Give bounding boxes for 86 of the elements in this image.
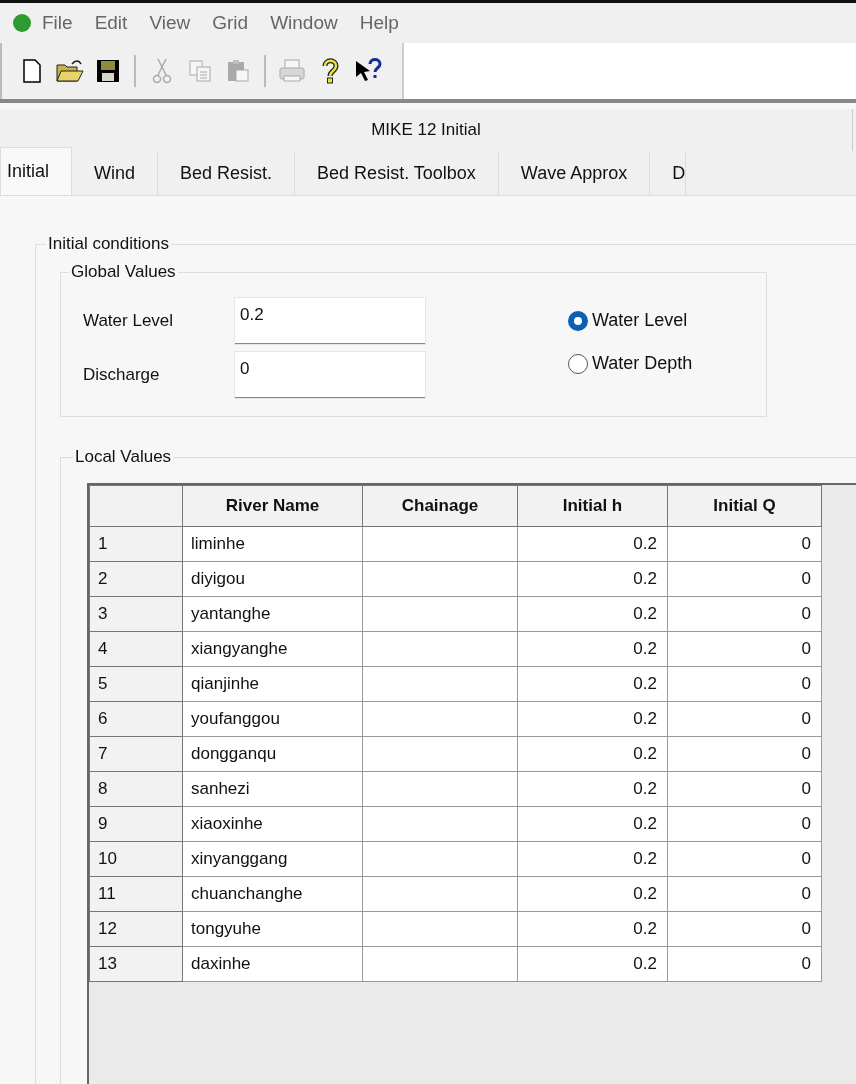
table-cell: 0.2	[517, 701, 668, 737]
table-cell: 0.2	[517, 736, 668, 772]
table-cell: sanhezi	[182, 771, 363, 807]
menu-item[interactable]: Window	[260, 12, 350, 34]
row-header: 8	[89, 771, 183, 807]
table-cell: 0	[667, 771, 822, 807]
row-header: 9	[89, 806, 183, 842]
table-cell: 0	[667, 596, 822, 632]
radio-option[interactable]: Water Level	[568, 310, 693, 331]
row-header: 13	[89, 946, 183, 982]
table-cell: 0.2	[517, 946, 668, 982]
table-cell: 0	[667, 806, 822, 842]
table-cell: 0.2	[517, 631, 668, 667]
column-header: Initial Q	[667, 485, 822, 527]
folder-icon	[56, 59, 84, 83]
table-cell: 0.2	[517, 876, 668, 912]
table-cell: 0	[667, 701, 822, 737]
table-cell: qianjinhe	[182, 666, 363, 702]
table-cell: 0	[667, 736, 822, 772]
radio-button[interactable]	[568, 353, 588, 374]
tab[interactable]: Initial	[0, 147, 73, 195]
table-cell: youfanggou	[182, 701, 363, 737]
table-cell: 0	[667, 876, 822, 912]
menu-item[interactable]: File	[32, 12, 85, 34]
scissors-icon	[152, 58, 172, 84]
menu-item[interactable]: View	[139, 12, 203, 34]
menu-item[interactable]: Help	[349, 12, 411, 34]
table-cell: 0.2	[517, 841, 668, 877]
table-cell: 0.2	[517, 526, 668, 562]
table-cell: liminhe	[182, 526, 363, 562]
column-header: River Name	[182, 485, 363, 527]
table-cell: yantanghe	[182, 596, 363, 632]
column-header: Initial h	[517, 485, 668, 527]
input-field[interactable]: 0.2	[235, 298, 425, 344]
row-header: 4	[89, 631, 183, 667]
table-cell: 0	[667, 946, 822, 982]
table-cell: 0.2	[517, 771, 668, 807]
field-label: Discharge	[83, 365, 161, 385]
radio-label: Water Level	[592, 310, 688, 331]
printer-icon	[278, 59, 306, 83]
row-header: 2	[89, 561, 183, 597]
table-cell: daxinhe	[182, 946, 363, 982]
table-cell: 0	[667, 631, 822, 667]
new-document-icon	[22, 59, 42, 83]
pointer-help-icon	[354, 58, 382, 84]
table-cell: 0	[667, 561, 822, 597]
table-cell: 0	[667, 841, 822, 877]
table-cell: xiaoxinhe	[182, 806, 363, 842]
table-cell: 0	[667, 911, 822, 947]
menu-item[interactable]: Grid	[202, 12, 261, 34]
app-logo-icon	[12, 13, 32, 33]
table-cell: diyigou	[182, 561, 363, 597]
row-header: 6	[89, 701, 183, 737]
row-header: 11	[89, 876, 183, 912]
copy-icon	[188, 59, 212, 83]
table-cell: 0.2	[517, 596, 668, 632]
row-header: 5	[89, 666, 183, 702]
row-header: 12	[89, 911, 183, 947]
table-cell: xiangyanghe	[182, 631, 363, 667]
row-header: 1	[89, 526, 183, 562]
row-header: 10	[89, 841, 183, 877]
field-label: Water Level	[83, 311, 175, 331]
table-cell: 0.2	[517, 806, 668, 842]
group-title: Local Values	[74, 447, 173, 467]
table-cell: 0.2	[517, 561, 668, 597]
window-title: MIKE 12 Initial	[371, 120, 481, 140]
table-cell: dongganqu	[182, 736, 363, 772]
table-cell: 0.2	[517, 911, 668, 947]
radio-option[interactable]: Water Depth	[568, 353, 693, 374]
table-cell: xinyanggang	[182, 841, 363, 877]
table-cell: chuanchanghe	[182, 876, 363, 912]
radio-button[interactable]	[568, 310, 588, 331]
table-cell: 0	[667, 666, 822, 702]
radio-label: Water Depth	[592, 353, 693, 374]
menu-item[interactable]: Edit	[84, 12, 140, 34]
input-field[interactable]: 0	[235, 352, 425, 398]
question-mark-icon	[321, 58, 339, 84]
table-cell: tongyuhe	[182, 911, 363, 947]
group-title: Global Values	[70, 262, 177, 282]
row-header: 7	[89, 736, 183, 772]
table-cell: 0.2	[517, 666, 668, 702]
group-title: Initial conditions	[47, 234, 170, 254]
column-header: Chainage	[362, 485, 518, 527]
table-cell: 0	[667, 526, 822, 562]
clipboard-icon	[226, 59, 250, 83]
row-header: 3	[89, 596, 183, 632]
